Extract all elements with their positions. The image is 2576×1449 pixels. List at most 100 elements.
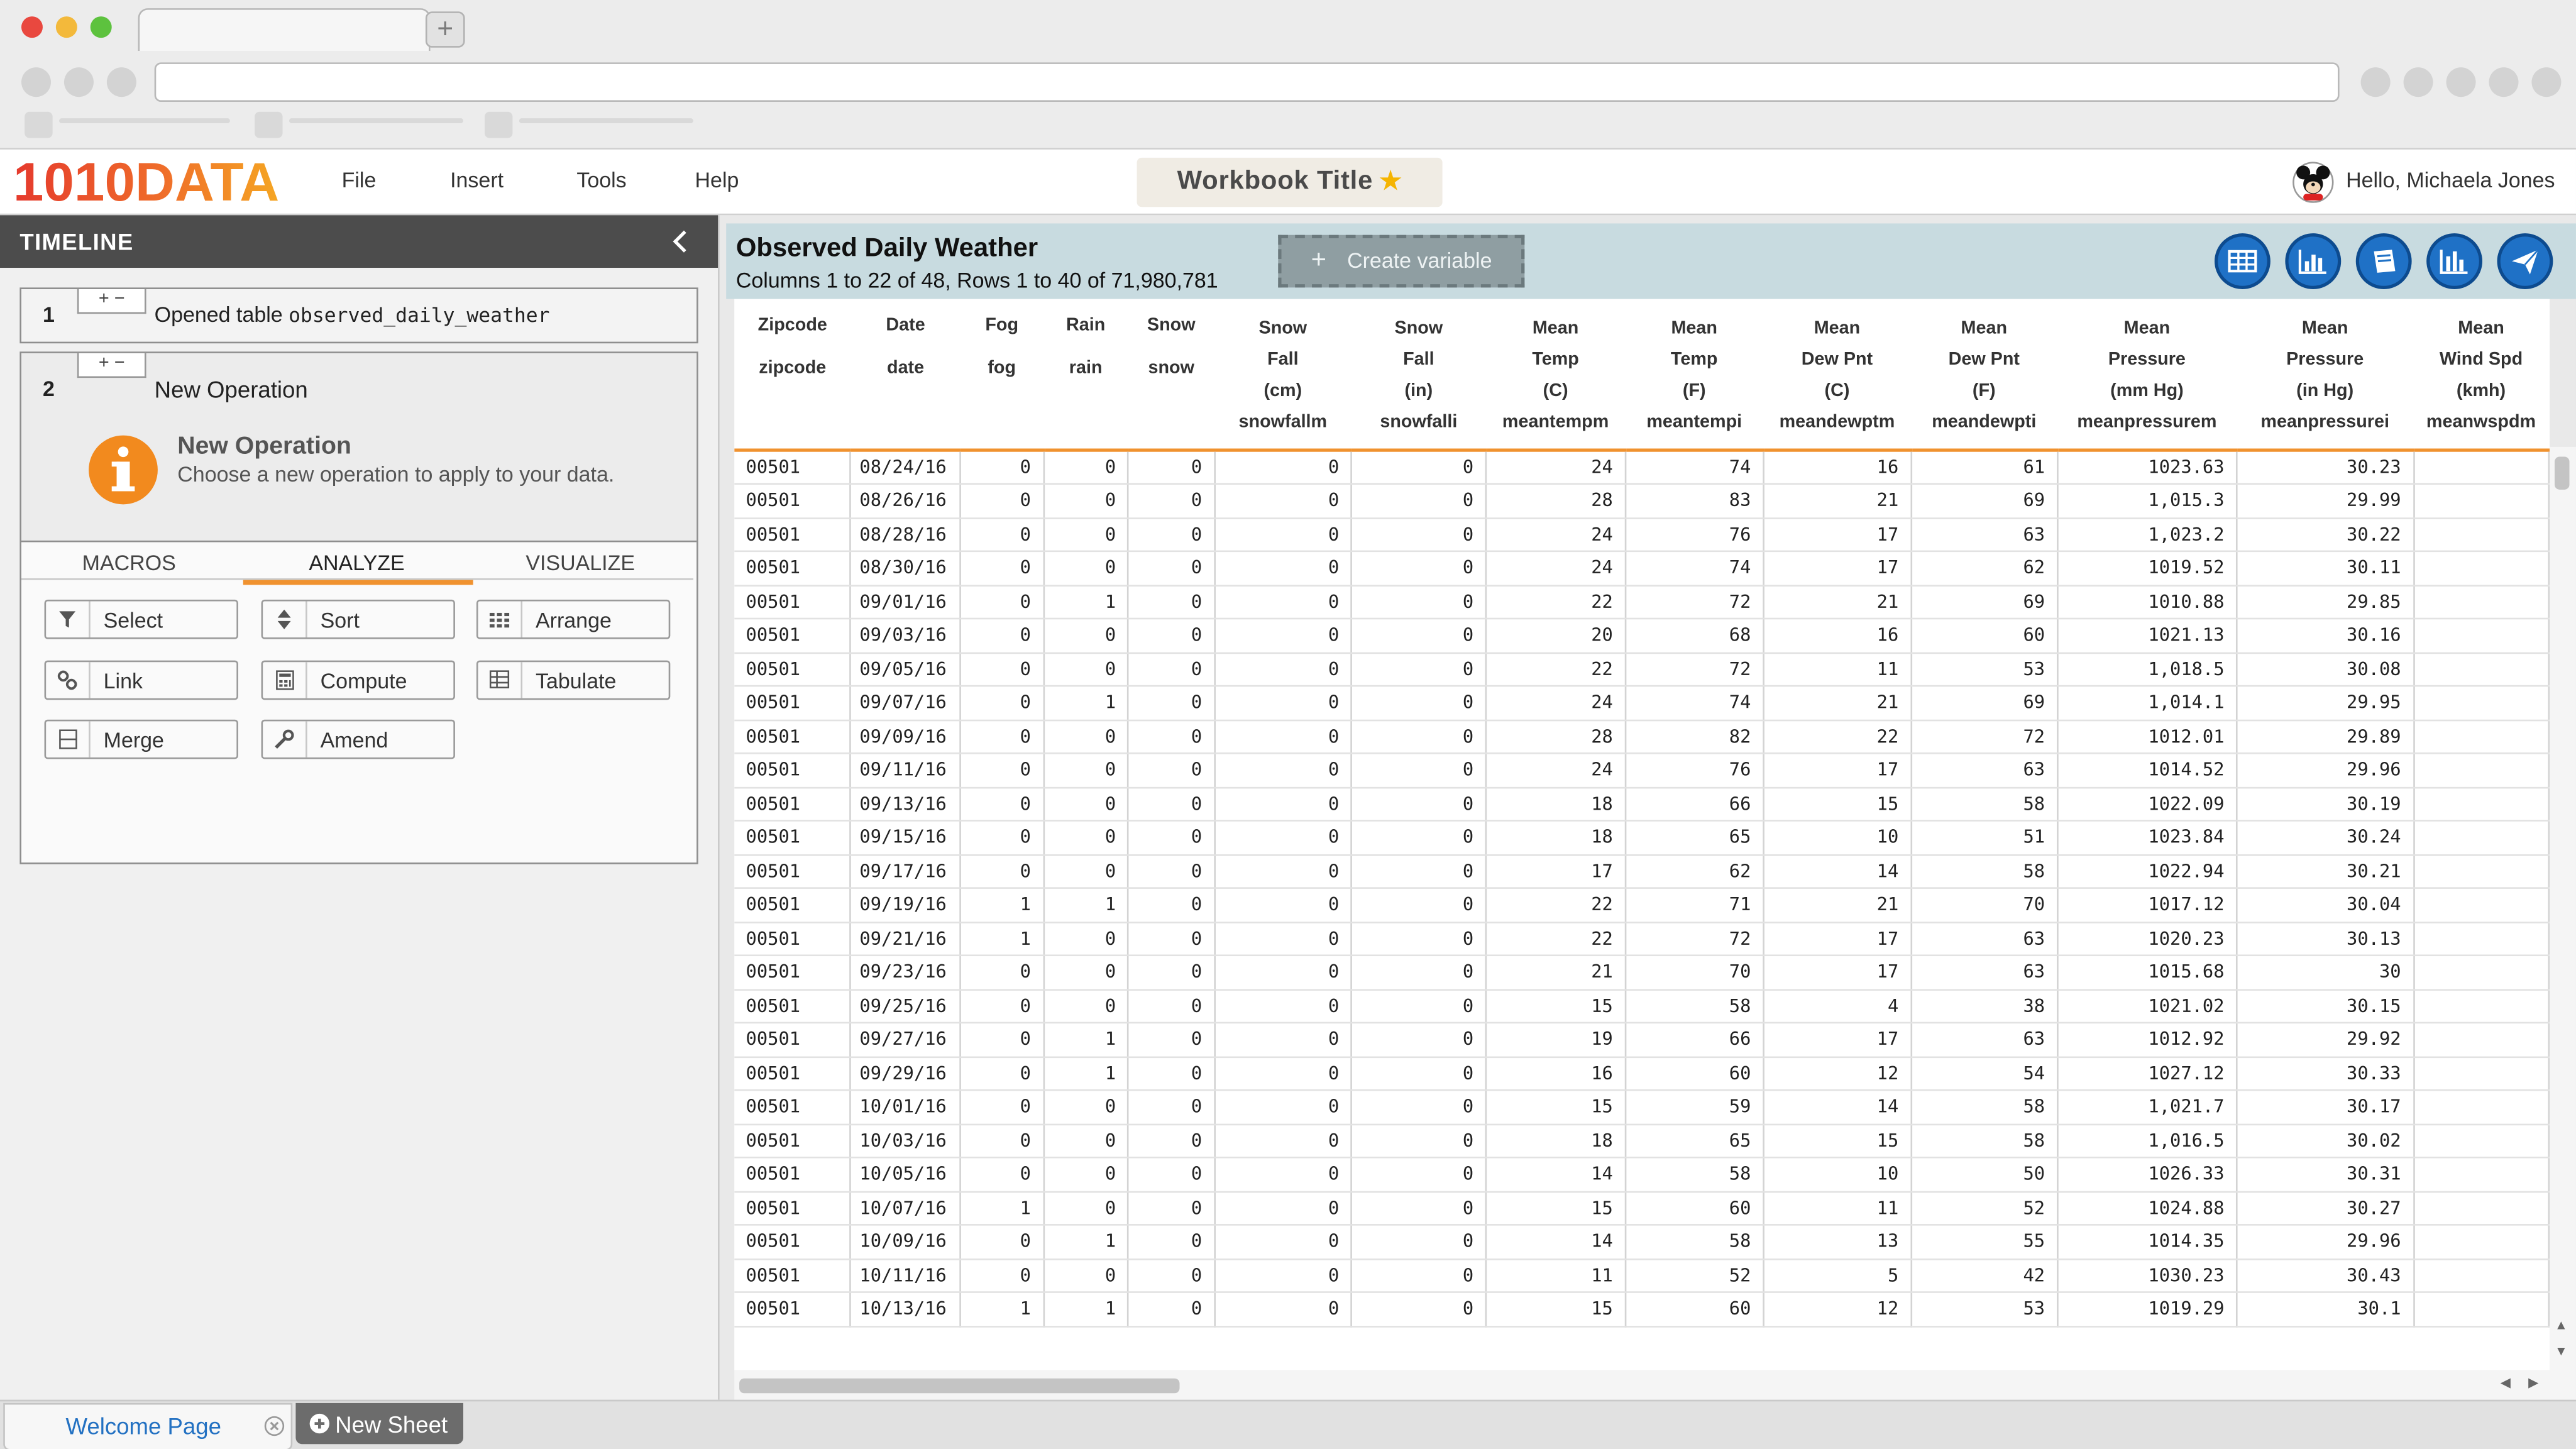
table-cell[interactable]: 30 [2237, 955, 2414, 990]
column-header[interactable]: Snow Fall (cm) snowfallm [1214, 299, 1351, 452]
table-cell[interactable] [2413, 585, 2550, 620]
table-cell[interactable]: 0 [1128, 719, 1216, 754]
table-cell[interactable]: 1 [960, 1191, 1044, 1226]
chevron-left-icon[interactable] [672, 230, 688, 253]
table-cell[interactable]: 17 [1763, 922, 1912, 957]
table-cell[interactable]: 74 [1625, 686, 1764, 720]
compute-button[interactable]: Compute [261, 660, 455, 700]
column-header[interactable]: Mean Pressure (in Hg) meanpressurei [2237, 299, 2414, 452]
table-row[interactable]: 00501 10/09/16 0 1 0 0 0 14 58 13 55 1014.35 29.96 [734, 1225, 2550, 1260]
table-row[interactable]: 00501 09/19/16 1 1 0 0 0 22 71 21 70 1017.12 30.04 [734, 888, 2550, 923]
table-cell[interactable]: 0 [1214, 1258, 1353, 1293]
table-cell[interactable]: 00501 [734, 820, 852, 856]
table-cell[interactable]: 0 [960, 786, 1044, 822]
table-cell[interactable]: 21 [1763, 686, 1912, 720]
table-cell[interactable]: 09/05/16 [850, 652, 962, 687]
bar-chart-button[interactable] [2285, 233, 2342, 289]
table-cell[interactable]: 61 [1910, 450, 2058, 485]
column-header[interactable]: Date date [850, 299, 960, 452]
table-cell[interactable]: 0 [1128, 1258, 1216, 1293]
table-cell[interactable]: 22 [1485, 652, 1626, 687]
table-cell[interactable]: 19 [1485, 1022, 1626, 1057]
merge-button[interactable]: Merge [44, 719, 238, 759]
table-cell[interactable]: 1026.33 [2057, 1157, 2238, 1193]
table-cell[interactable]: 30.22 [2237, 517, 2414, 553]
table-cell[interactable]: 1 [960, 888, 1044, 923]
table-cell[interactable]: 0 [1043, 753, 1130, 788]
table-cell[interactable]: 1023.84 [2057, 820, 2238, 856]
table-cell[interactable]: 10/07/16 [850, 1191, 962, 1226]
table-cell[interactable]: 0 [1214, 888, 1353, 923]
table-cell[interactable]: 0 [960, 1090, 1044, 1125]
table-cell[interactable]: 1024.88 [2057, 1191, 2238, 1226]
table-cell[interactable] [2413, 1157, 2550, 1193]
table-cell[interactable]: 24 [1485, 517, 1626, 553]
table-cell[interactable]: 30.11 [2237, 551, 2414, 586]
table-cell[interactable]: 30.33 [2237, 1056, 2414, 1091]
table-cell[interactable]: 0 [1351, 483, 1487, 519]
table-cell[interactable]: 30.04 [2237, 888, 2414, 923]
table-cell[interactable]: 83 [1625, 483, 1764, 519]
table-cell[interactable] [2413, 551, 2550, 586]
table-cell[interactable]: 30.17 [2237, 1090, 2414, 1125]
table-cell[interactable]: 0 [1214, 686, 1353, 720]
link-button[interactable]: Link [44, 660, 238, 700]
table-cell[interactable] [2413, 686, 2550, 720]
table-row[interactable]: 00501 09/25/16 0 0 0 0 0 15 58 4 38 1021.02 30.15 [734, 989, 2550, 1024]
table-cell[interactable]: 24 [1485, 551, 1626, 586]
table-cell[interactable]: 09/13/16 [850, 786, 962, 822]
table-cell[interactable]: 00501 [734, 1123, 852, 1159]
table-cell[interactable]: 1022.94 [2057, 854, 2238, 889]
table-cell[interactable]: 0 [1214, 1157, 1353, 1193]
table-cell[interactable]: 0 [1351, 786, 1487, 822]
table-cell[interactable]: 74 [1625, 551, 1764, 586]
table-cell[interactable]: 24 [1485, 686, 1626, 720]
table-cell[interactable]: 0 [960, 989, 1044, 1024]
table-cell[interactable]: 1022.09 [2057, 786, 2238, 822]
table-cell[interactable]: 63 [1910, 753, 2058, 788]
table-cell[interactable]: 0 [1351, 450, 1487, 485]
menu-tools[interactable]: Tools [576, 168, 626, 192]
table-cell[interactable]: 1012.01 [2057, 719, 2238, 754]
table-cell[interactable]: 13 [1763, 1225, 1912, 1260]
table-cell[interactable]: 0 [1043, 652, 1130, 687]
table-cell[interactable] [2413, 854, 2550, 889]
table-cell[interactable]: 0 [1214, 786, 1353, 822]
table-cell[interactable]: 30.02 [2237, 1123, 2414, 1159]
table-cell[interactable]: 0 [960, 1123, 1044, 1159]
table-cell[interactable]: 0 [1351, 1022, 1487, 1057]
table-cell[interactable]: 1 [1043, 1056, 1130, 1091]
table-cell[interactable]: 30.43 [2237, 1258, 2414, 1293]
step-expand-collapse[interactable]: + − [77, 289, 146, 314]
table-cell[interactable]: 00501 [734, 989, 852, 1024]
table-cell[interactable]: 0 [1214, 551, 1353, 586]
table-cell[interactable]: 1,016.5 [2057, 1123, 2238, 1159]
table-cell[interactable]: 0 [1351, 585, 1487, 620]
table-cell[interactable]: 08/26/16 [850, 483, 962, 519]
table-cell[interactable]: 29.95 [2237, 686, 2414, 720]
table-cell[interactable] [2413, 483, 2550, 519]
table-cell[interactable]: 10/03/16 [850, 1123, 962, 1159]
book-button[interactable] [2355, 233, 2412, 289]
table-cell[interactable]: 10/11/16 [850, 1258, 962, 1293]
extension-button-5[interactable] [2531, 67, 2562, 97]
table-row[interactable]: 00501 09/29/16 0 1 0 0 0 16 60 12 54 1027.12 30.33 [734, 1056, 2550, 1091]
table-cell[interactable]: 70 [1625, 955, 1764, 990]
table-cell[interactable] [2413, 888, 2550, 923]
vertical-scrollbar[interactable]: ▲ ▼ [2550, 446, 2576, 1370]
table-cell[interactable]: 10 [1763, 1157, 1912, 1193]
close-window-button[interactable] [21, 16, 43, 38]
table-cell[interactable]: 00501 [734, 753, 852, 788]
table-cell[interactable]: 17 [1763, 955, 1912, 990]
table-cell[interactable]: 1 [1043, 1225, 1130, 1260]
table-cell[interactable]: 0 [960, 1056, 1044, 1091]
table-cell[interactable]: 0 [1043, 1090, 1130, 1125]
table-cell[interactable]: 58 [1910, 786, 2058, 822]
table-cell[interactable]: 0 [1351, 1090, 1487, 1125]
table-cell[interactable]: 12 [1763, 1292, 1912, 1327]
table-cell[interactable]: 66 [1625, 1022, 1764, 1057]
table-cell[interactable]: 55 [1910, 1225, 2058, 1260]
table-cell[interactable]: 14 [1485, 1157, 1626, 1193]
table-row[interactable]: 00501 09/27/16 0 1 0 0 0 19 66 17 63 1012.92 29.92 [734, 1022, 2550, 1057]
table-cell[interactable]: 0 [1043, 450, 1130, 485]
